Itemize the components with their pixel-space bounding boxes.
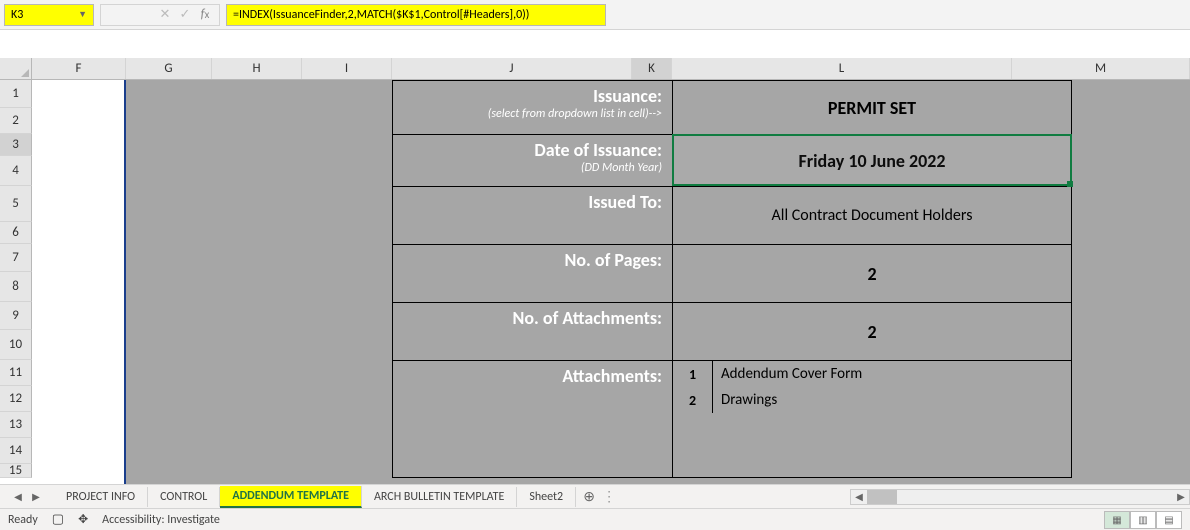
scroll-track[interactable] — [867, 490, 1173, 504]
scroll-right-icon[interactable]: ▶ — [1173, 490, 1189, 503]
page-break-view-button[interactable]: ▤ — [1156, 511, 1182, 529]
cancel-icon[interactable]: ✕ — [155, 5, 175, 25]
new-sheet-button[interactable]: ⊕ — [576, 486, 602, 507]
col-header-F[interactable]: F — [32, 58, 126, 79]
normal-view-button[interactable]: ▦ — [1104, 511, 1130, 529]
label-issuance-sub: (select from dropdown list in cell)--> — [397, 107, 662, 121]
label-attachments: Attachments: — [393, 361, 673, 477]
value-pages-text: 2 — [867, 263, 876, 285]
value-issuance-text: PERMIT SET — [828, 97, 916, 119]
row-header-2[interactable]: 2 — [0, 108, 32, 134]
fx-icon[interactable]: fx — [195, 5, 215, 25]
row-header-5[interactable]: 5 — [0, 186, 32, 222]
scroll-thumb[interactable] — [867, 490, 897, 504]
formula-bar-controls: ✕ ✓ fx — [100, 4, 220, 26]
label-attach-count-title: No. of Attachments: — [512, 307, 662, 329]
formula-input[interactable]: =INDEX(IssuanceFinder,2,MATCH($K$1,Contr… — [226, 4, 606, 26]
sheet-tabs-bar: ◀ ▶ PROJECT INFO CONTROL ADDENDUM TEMPLA… — [0, 484, 1190, 508]
row-header-11[interactable]: 11 — [0, 360, 32, 386]
confirm-icon[interactable]: ✓ — [175, 5, 195, 25]
tab-next-icon[interactable]: ▶ — [28, 489, 44, 505]
row-header-8[interactable]: 8 — [0, 272, 32, 302]
col-header-M[interactable]: M — [1012, 58, 1190, 79]
row-header-7[interactable]: 7 — [0, 244, 32, 272]
col-header-I[interactable]: I — [302, 58, 392, 79]
name-box-dropdown-icon[interactable]: ▼ — [78, 9, 87, 20]
col-header-J[interactable]: J — [392, 58, 632, 79]
row-header-13[interactable]: 13 — [0, 412, 32, 438]
status-ready: Ready — [8, 513, 38, 527]
column-F-area[interactable] — [32, 80, 126, 505]
sheet-tab-project-info[interactable]: PROJECT INFO — [54, 487, 148, 507]
name-box[interactable]: K3 ▼ — [4, 4, 94, 26]
value-date-text: Friday 10 June 2022 — [798, 150, 945, 172]
macro-record-icon[interactable]: ▢ — [52, 512, 64, 527]
label-date: Date of Issuance: (DD Month Year) — [393, 135, 673, 186]
cells-canvas[interactable]: Issuance: (select from dropdown list in … — [32, 80, 1190, 505]
row-headers: 1 2 3 4 5 6 7 8 9 10 11 12 13 14 15 — [0, 80, 32, 478]
col-header-H[interactable]: H — [212, 58, 302, 79]
view-buttons: ▦ ▥ ▤ — [1104, 511, 1182, 529]
accessibility-text[interactable]: Accessibility: Investigate — [102, 513, 220, 527]
row-header-3[interactable]: 3 — [0, 134, 32, 156]
form-block: Issuance: (select from dropdown list in … — [392, 80, 1072, 478]
tab-prev-icon[interactable]: ◀ — [10, 489, 26, 505]
page-layout-view-button[interactable]: ▥ — [1130, 511, 1156, 529]
formula-bar: K3 ▼ ✕ ✓ fx =INDEX(IssuanceFinder,2,MATC… — [0, 0, 1190, 30]
grid-area[interactable]: 1 2 3 4 5 6 7 8 9 10 11 12 13 14 15 Issu… — [0, 80, 1190, 505]
attachment-row[interactable]: 1 Addendum Cover Form — [673, 361, 1071, 387]
attachments-list: 1 Addendum Cover Form 2 Drawings — [673, 361, 1071, 477]
label-issued-to-title: Issued To: — [588, 191, 662, 213]
formula-text: =INDEX(IssuanceFinder,2,MATCH($K$1,Contr… — [233, 8, 529, 22]
sheet-tab-control[interactable]: CONTROL — [148, 487, 220, 507]
attachment-text: Addendum Cover Form — [713, 361, 1071, 387]
value-attach-count[interactable]: 2 — [673, 303, 1071, 360]
status-bar: Ready ▢ ✥ Accessibility: Investigate ▦ ▥… — [0, 508, 1190, 530]
select-all-corner[interactable] — [0, 58, 32, 79]
col-header-L[interactable]: L — [672, 58, 1012, 79]
row-header-6[interactable]: 6 — [0, 222, 32, 244]
label-pages: No. of Pages: — [393, 245, 673, 302]
attachment-number: 1 — [673, 361, 713, 387]
horizontal-scrollbar[interactable]: ◀ ▶ — [850, 489, 1190, 505]
label-attach-count: No. of Attachments: — [393, 303, 673, 360]
label-issuance: Issuance: (select from dropdown list in … — [393, 81, 673, 134]
label-attachments-title: Attachments: — [562, 365, 662, 387]
name-box-value: K3 — [11, 8, 23, 22]
label-issuance-title: Issuance: — [593, 85, 662, 107]
attachment-text: Drawings — [713, 387, 1071, 413]
sheet-tab-addendum-template[interactable]: ADDENDUM TEMPLATE — [220, 486, 362, 508]
value-pages[interactable]: 2 — [673, 245, 1071, 302]
label-pages-title: No. of Pages: — [564, 249, 662, 271]
tabs-divider-icon: ⋮ — [602, 488, 616, 505]
row-header-12[interactable]: 12 — [0, 386, 32, 412]
column-headers: F G H I J K L M — [0, 58, 1190, 80]
row-header-15[interactable]: 15 — [0, 464, 32, 478]
value-issuance[interactable]: PERMIT SET — [673, 81, 1071, 134]
value-issued-to[interactable]: All Contract Document Holders — [673, 187, 1071, 244]
value-attach-count-text: 2 — [867, 321, 876, 343]
sheet-tab-arch-bulletin-template[interactable]: ARCH BULLETIN TEMPLATE — [362, 487, 517, 507]
row-header-9[interactable]: 9 — [0, 302, 32, 330]
row-header-14[interactable]: 14 — [0, 438, 32, 464]
row-header-4[interactable]: 4 — [0, 156, 32, 186]
label-issued-to: Issued To: — [393, 187, 673, 244]
accessibility-icon[interactable]: ✥ — [78, 512, 88, 527]
scroll-left-icon[interactable]: ◀ — [851, 490, 867, 503]
attachment-row[interactable]: 2 Drawings — [673, 387, 1071, 413]
col-header-G[interactable]: G — [126, 58, 212, 79]
row-header-10[interactable]: 10 — [0, 330, 32, 360]
attachment-number: 2 — [673, 387, 713, 413]
tab-nav: ◀ ▶ — [10, 489, 54, 505]
label-date-title: Date of Issuance: — [534, 139, 662, 161]
value-date[interactable]: Friday 10 June 2022 — [673, 135, 1071, 186]
label-date-sub: (DD Month Year) — [397, 161, 662, 175]
row-header-1[interactable]: 1 — [0, 80, 32, 108]
value-issued-to-text: All Contract Document Holders — [772, 206, 973, 225]
col-header-K[interactable]: K — [632, 58, 672, 79]
sheet-tab-sheet2[interactable]: Sheet2 — [517, 487, 576, 507]
